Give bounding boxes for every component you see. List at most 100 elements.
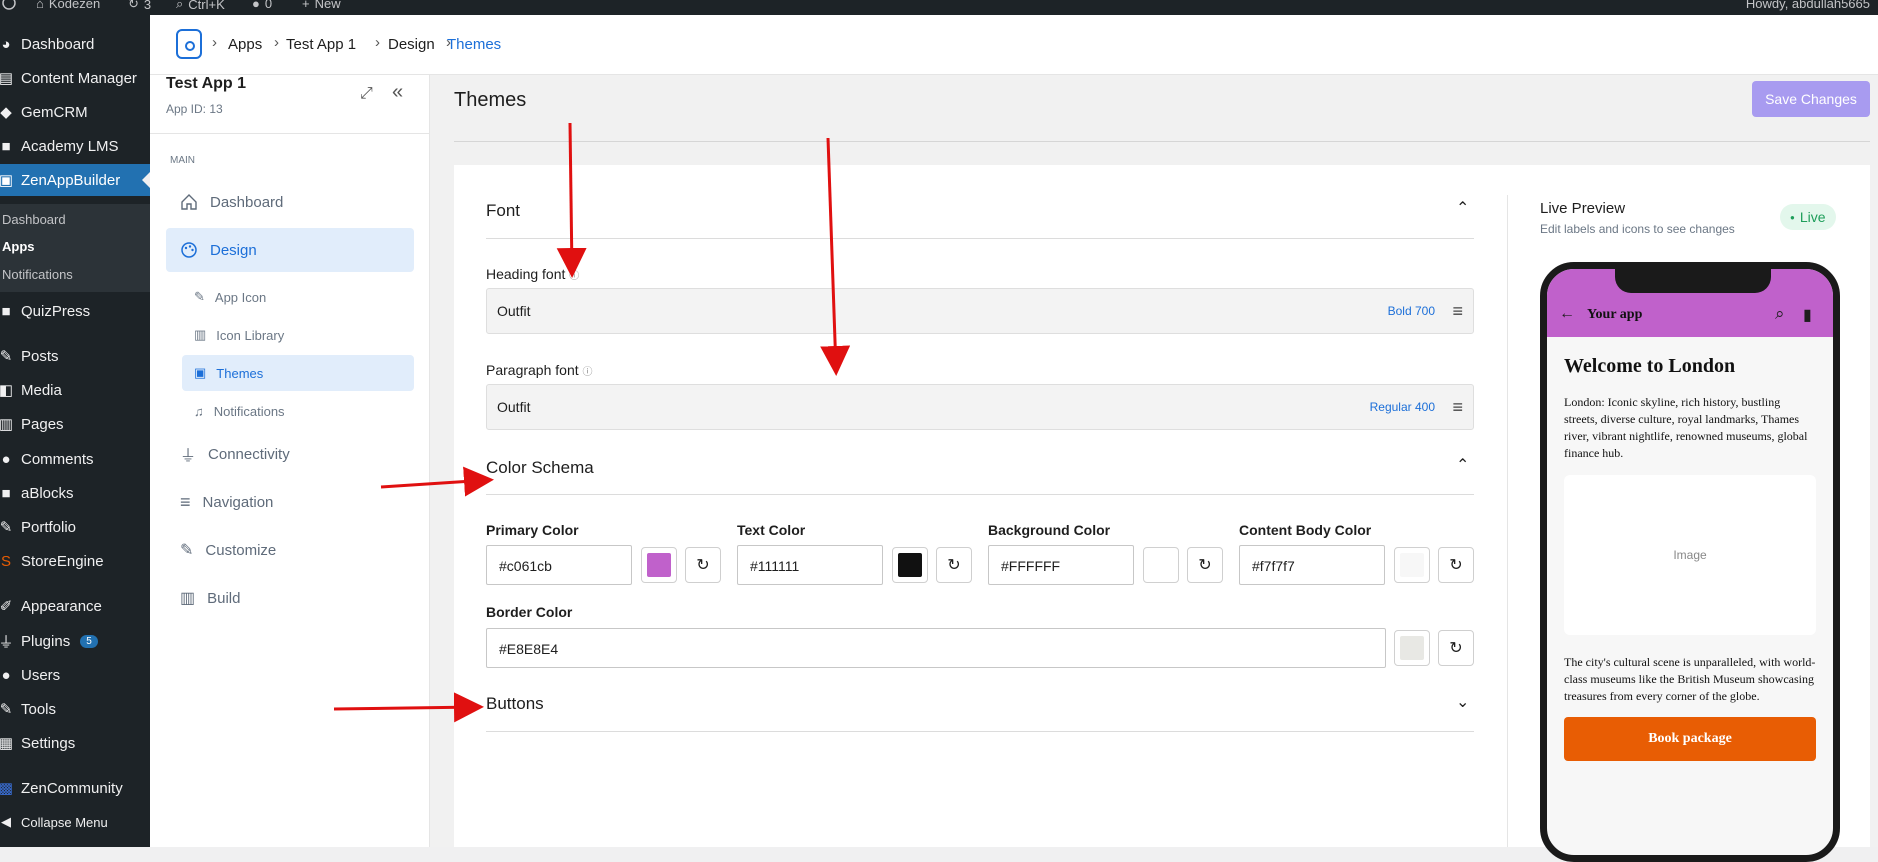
wp-menu-media[interactable]: ◧ Media bbox=[0, 374, 150, 406]
buttons-section-title[interactable]: Buttons bbox=[486, 694, 1474, 714]
wp-menu-label: ZenAppBuilder bbox=[21, 171, 121, 189]
wp-menu-settings[interactable]: ▦ Settings bbox=[0, 727, 150, 759]
nav-navigation[interactable]: ≡ Navigation bbox=[166, 480, 414, 524]
content-body-color-swatch[interactable] bbox=[1394, 547, 1430, 583]
site-name-link[interactable]: ⌂ Kodezen bbox=[36, 0, 100, 11]
refresh-icon: ↻ bbox=[1198, 557, 1212, 574]
wp-menu-users[interactable]: ● Users bbox=[0, 659, 150, 691]
store-icon: S bbox=[0, 552, 11, 570]
wp-menu-ablocks[interactable]: ■ aBlocks bbox=[0, 477, 150, 509]
wp-menu-storeengine[interactable]: S StoreEngine bbox=[0, 545, 150, 577]
wp-menu-tools[interactable]: ✎ Tools bbox=[0, 693, 150, 725]
paragraph-font-select[interactable]: Outfit Regular 400 ≡ bbox=[486, 384, 1474, 430]
nav-label: Build bbox=[207, 589, 241, 607]
wp-menu-quizpress[interactable]: ■ QuizPress bbox=[0, 295, 150, 327]
chevron-up-icon[interactable]: ⌃ bbox=[1456, 198, 1469, 218]
nav-build[interactable]: ▥ Build bbox=[166, 576, 414, 620]
app-sidebar: Test App 1 App ID: 13 ⤢ « MAIN Dashboard… bbox=[150, 75, 430, 847]
collapse-sidebar-icon[interactable]: « bbox=[392, 81, 403, 104]
blocks-icon: ■ bbox=[1, 484, 11, 502]
app-logo-icon[interactable] bbox=[176, 29, 202, 59]
search-shortcut-link[interactable]: ⌕ Ctrl+K bbox=[176, 0, 225, 12]
reset-background-color-button[interactable]: ↻ bbox=[1187, 547, 1223, 583]
reset-content-body-color-button[interactable]: ↻ bbox=[1438, 547, 1474, 583]
gem-icon: ◆ bbox=[0, 104, 12, 121]
wp-submenu-apps[interactable]: Apps bbox=[2, 239, 35, 254]
nav-connectivity[interactable]: ⏚ Connectivity bbox=[166, 432, 414, 476]
background-color-input[interactable]: #FFFFFF bbox=[988, 545, 1134, 585]
background-color-swatch[interactable] bbox=[1143, 547, 1179, 583]
nav-notifications[interactable]: ♫ Notifications bbox=[182, 393, 414, 429]
wp-menu-content-manager[interactable]: ▤ Content Manager bbox=[0, 62, 150, 94]
wp-submenu-dashboard[interactable]: Dashboard bbox=[2, 212, 66, 227]
wp-menu-zenappbuilder[interactable]: ▣ ZenAppBuilder bbox=[0, 164, 150, 196]
nav-customize[interactable]: ✎ Customize bbox=[166, 528, 414, 572]
nav-icon-library[interactable]: ▥ Icon Library bbox=[182, 317, 414, 353]
chevron-down-icon[interactable]: ⌄ bbox=[1456, 692, 1469, 712]
reset-text-color-button[interactable]: ↻ bbox=[936, 547, 972, 583]
wp-menu-comments[interactable]: ● Comments bbox=[0, 443, 150, 475]
help-icon[interactable]: ⓘ bbox=[569, 271, 579, 282]
reset-border-color-button[interactable]: ↻ bbox=[1438, 630, 1474, 666]
help-icon[interactable]: ⓘ bbox=[583, 367, 593, 378]
admin-bar: ⌂ Kodezen ↻ 3 ⌕ Ctrl+K ● 0 + New Howdy, … bbox=[0, 0, 1878, 15]
text-color-input[interactable]: #111111 bbox=[737, 545, 883, 585]
breadcrumb-app[interactable]: Test App 1 bbox=[286, 36, 356, 53]
breadcrumb-apps[interactable]: Apps bbox=[228, 36, 262, 53]
nav-themes[interactable]: ▣ Themes bbox=[182, 355, 414, 391]
wp-menu-plugins[interactable]: ⏚ Plugins 5 bbox=[0, 625, 150, 657]
breadcrumb-design[interactable]: Design bbox=[388, 36, 435, 53]
nav-app-icon[interactable]: ✎ App Icon bbox=[182, 279, 414, 315]
reset-primary-color-button[interactable]: ↻ bbox=[685, 547, 721, 583]
wp-submenu-notifications[interactable]: Notifications bbox=[2, 267, 73, 282]
live-preview-subtitle: Edit labels and icons to see changes bbox=[1540, 222, 1735, 236]
wp-menu-academy-lms[interactable]: ■ Academy LMS bbox=[0, 130, 150, 162]
primary-color-swatch[interactable] bbox=[641, 547, 677, 583]
wp-menu-label: ZenCommunity bbox=[21, 779, 123, 797]
wp-menu-dashboard[interactable]: ◕ Dashboard bbox=[0, 28, 150, 60]
comments-link[interactable]: ● 0 bbox=[252, 0, 272, 11]
comment-icon: ● bbox=[252, 0, 260, 11]
preview-book-button[interactable]: Book package bbox=[1564, 717, 1816, 761]
wp-menu-collapse[interactable]: ◀ Collapse Menu bbox=[0, 806, 150, 838]
wp-menu-appearance[interactable]: ✐ Appearance bbox=[0, 590, 150, 622]
new-link[interactable]: + New bbox=[302, 0, 341, 11]
expand-icon[interactable]: ⤢ bbox=[360, 85, 373, 103]
save-changes-button[interactable]: Save Changes bbox=[1752, 81, 1870, 117]
media-icon: ◧ bbox=[0, 382, 14, 399]
live-badge: ● Live bbox=[1780, 204, 1836, 230]
content-body-color-input[interactable]: #f7f7f7 bbox=[1239, 545, 1385, 585]
wp-menu-pages[interactable]: ▥ Pages bbox=[0, 408, 150, 440]
nav-dashboard[interactable]: Dashboard bbox=[166, 180, 414, 224]
bookmark-icon[interactable]: ▮ bbox=[1803, 305, 1812, 325]
theme-icon: ▣ bbox=[194, 365, 207, 380]
text-color-swatch[interactable] bbox=[892, 547, 928, 583]
wordpress-logo-icon[interactable] bbox=[2, 0, 16, 10]
nav-design[interactable]: Design bbox=[166, 228, 414, 272]
wp-menu-gemcrm[interactable]: ◆ GemCRM bbox=[0, 96, 150, 128]
chevron-right-icon: › bbox=[375, 34, 380, 51]
wp-menu-label: Plugins bbox=[21, 632, 71, 650]
academy-icon: ■ bbox=[1, 137, 11, 155]
wp-menu-zencommunity[interactable]: ▩ ZenCommunity bbox=[0, 772, 150, 804]
wp-menu-posts[interactable]: ✎ Posts bbox=[0, 340, 150, 372]
chevron-up-icon[interactable]: ⌃ bbox=[1456, 455, 1469, 475]
wp-menu-portfolio[interactable]: ✎ Portfolio bbox=[0, 511, 150, 543]
border-color-label: Border Color bbox=[486, 604, 573, 620]
primary-color-input[interactable]: #c061cb bbox=[486, 545, 632, 585]
updates-link[interactable]: ↻ 3 bbox=[128, 0, 151, 12]
howdy-link[interactable]: Howdy, abdullah5665 bbox=[1746, 0, 1870, 11]
pages-icon: ▥ bbox=[0, 416, 14, 433]
back-arrow-icon[interactable]: ← bbox=[1559, 305, 1575, 323]
wp-menu-label: Collapse Menu bbox=[21, 814, 108, 830]
pin-icon: ✎ bbox=[0, 348, 13, 365]
font-section-title[interactable]: Font bbox=[486, 201, 1474, 221]
wp-menu-label: Content Manager bbox=[21, 69, 137, 87]
nav-label: Navigation bbox=[202, 493, 274, 511]
border-color-swatch[interactable] bbox=[1394, 630, 1430, 666]
refresh-icon: ↻ bbox=[696, 557, 710, 574]
heading-font-select[interactable]: Outfit Bold 700 ≡ bbox=[486, 288, 1474, 334]
color-section-title[interactable]: Color Schema bbox=[486, 458, 1474, 478]
border-color-input[interactable]: #E8E8E4 bbox=[486, 628, 1386, 668]
search-icon[interactable]: ⌕ bbox=[1775, 304, 1785, 324]
